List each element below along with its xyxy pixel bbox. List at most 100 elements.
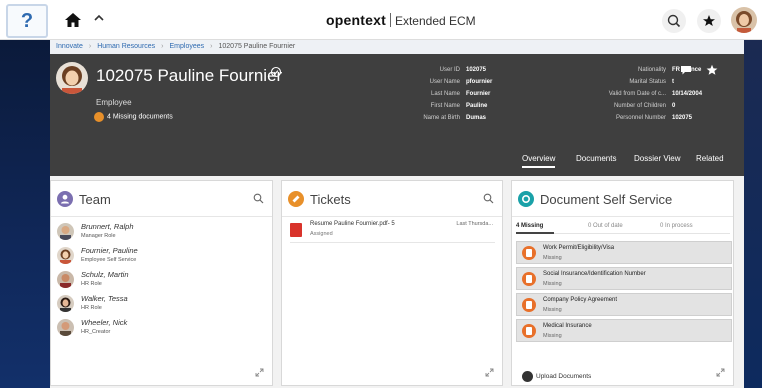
team-member[interactable]: Walker, Tessa HR Role	[57, 293, 257, 315]
ticket-date: Last Thursda...	[456, 221, 493, 227]
comment-icon[interactable]	[680, 64, 692, 76]
breadcrumb-item-employees[interactable]: Employees	[170, 43, 205, 50]
tickets-widget-header: Tickets	[282, 181, 502, 217]
document-status: Missing	[543, 307, 562, 313]
field-label: User ID	[439, 67, 460, 73]
global-search-button[interactable]	[662, 9, 686, 33]
field-value: 0	[672, 103, 676, 109]
tab-out-of-date[interactable]: 0 Out of date	[588, 223, 623, 229]
user-avatar[interactable]	[731, 7, 757, 33]
document-status: Missing	[543, 255, 562, 261]
avatar-image	[731, 7, 757, 33]
breadcrumb-item-innovate[interactable]: Innovate	[56, 43, 83, 50]
document-name: Medical Insurance	[543, 323, 592, 329]
team-member[interactable]: Brunnert, Ralph Manager Role	[57, 221, 257, 243]
field-label: Personnel Number	[615, 115, 666, 121]
employee-fields-left: User ID 102075 User Name pfournier Last Na…	[380, 67, 492, 127]
member-avatar	[57, 295, 74, 312]
team-member[interactable]: Schulz, Martin HR Role	[57, 269, 257, 291]
expand-icon[interactable]	[485, 368, 494, 377]
search-icon	[667, 14, 681, 28]
tab-overview[interactable]: Overview	[522, 154, 556, 168]
chevron-up-icon[interactable]	[93, 12, 105, 24]
favorites-button[interactable]	[697, 9, 721, 33]
help-button[interactable]: ?	[6, 4, 48, 38]
member-role: HR Role	[81, 281, 102, 287]
expand-icon[interactable]	[255, 368, 264, 377]
ticket-item[interactable]: Resume Pauline Fournier.pdf- 5 Assigned …	[290, 219, 495, 243]
missing-document-icon	[522, 324, 536, 338]
member-avatar	[57, 271, 74, 288]
product-name: Extended ECM	[394, 14, 476, 28]
member-avatar	[57, 223, 74, 240]
missing-document-icon	[522, 298, 536, 312]
member-role: Manager Role	[81, 233, 116, 239]
page-title: 102075 Pauline Fournier	[96, 66, 283, 85]
upload-icon	[522, 371, 533, 382]
field-label: User Name	[429, 79, 460, 85]
member-role: HR Role	[81, 305, 102, 311]
tab-documents[interactable]: Documents	[576, 154, 616, 166]
ticket-name: Resume Pauline Fournier.pdf- 5	[310, 221, 395, 227]
member-avatar	[57, 247, 74, 264]
breadcrumb: Innovate › Human Resources › Employees › 10207…	[50, 40, 744, 54]
employee-role: Employee	[96, 98, 132, 107]
field-value: Dumas	[466, 115, 487, 121]
missing-document-item[interactable]: Medical Insurance Missing	[516, 319, 732, 342]
field-value: t	[672, 79, 674, 85]
brand-name: opentext	[326, 12, 386, 28]
tab-missing[interactable]: 4 Missing	[516, 223, 543, 229]
missing-document-item[interactable]: Social Insurance/Identification Number M…	[516, 267, 732, 290]
team-widget-header: Team	[51, 181, 272, 217]
info-icon[interactable]	[270, 66, 282, 78]
member-name: Brunnert, Ralph	[81, 222, 134, 231]
expand-icon[interactable]	[716, 368, 725, 377]
missing-document-item[interactable]: Work Permit/Eligibility/Visa Missing	[516, 241, 732, 264]
tickets-title: Tickets	[310, 192, 351, 207]
field-label: Nationality	[637, 67, 666, 73]
field-label: Valid from Date of c...	[608, 91, 666, 97]
field-label: Number of Children	[613, 103, 666, 109]
home-icon[interactable]	[64, 11, 82, 29]
document-self-service-icon	[518, 191, 534, 207]
tab-dossier-view[interactable]: Dossier View	[634, 154, 681, 166]
missing-document-item[interactable]: Company Policy Agreement Missing	[516, 293, 732, 316]
dss-widget-header: Document Self Service	[512, 181, 733, 217]
tab-related[interactable]: Related	[696, 154, 724, 166]
field-label: First Name	[430, 103, 460, 109]
missing-document-icon	[522, 246, 536, 260]
breadcrumb-item-current: 102075 Pauline Fournier	[218, 43, 296, 50]
star-icon[interactable]	[706, 64, 718, 76]
document-name: Company Policy Agreement	[543, 297, 618, 303]
brand-logo: opentext Extended ECM	[326, 12, 476, 28]
search-icon[interactable]	[253, 193, 264, 204]
member-role: HR_Creator	[81, 329, 111, 335]
pdf-icon	[290, 223, 302, 237]
background-left	[0, 40, 50, 388]
field-value: 102075	[672, 115, 693, 121]
field-label: Name at Birth	[423, 115, 460, 121]
search-icon[interactable]	[483, 193, 494, 204]
field-value: 10/14/2004	[672, 91, 703, 97]
field-value: Fournier	[466, 91, 491, 97]
member-name: Fournier, Pauline	[81, 246, 138, 255]
team-title: Team	[79, 192, 111, 207]
upload-documents-button[interactable]: Upload Documents	[522, 371, 591, 382]
missing-document-icon	[522, 272, 536, 286]
team-member[interactable]: Fournier, Pauline Employee Self Service	[57, 245, 257, 267]
field-value: 102075	[466, 67, 487, 73]
breadcrumb-item-human-resources[interactable]: Human Resources	[97, 43, 155, 50]
employee-avatar	[56, 62, 88, 94]
field-value: pfournier	[466, 79, 493, 85]
member-name: Walker, Tessa	[81, 294, 128, 303]
tab-in-process[interactable]: 0 In process	[660, 223, 693, 229]
document-status: Missing	[543, 333, 562, 339]
tickets-widget: Tickets Resume Pauline Fournier.pdf- 5 A…	[281, 180, 503, 386]
star-icon	[703, 15, 715, 26]
employee-fields-right: Nationality FR France Marital Status t Val…	[570, 67, 702, 127]
team-icon	[57, 191, 73, 207]
team-member[interactable]: Wheeler, Nick HR_Creator	[57, 317, 257, 339]
missing-documents-text: 4 Missing documents	[107, 113, 173, 121]
missing-documents-badge[interactable]: 4 Missing documents	[94, 112, 173, 122]
field-value: Pauline	[466, 103, 488, 109]
